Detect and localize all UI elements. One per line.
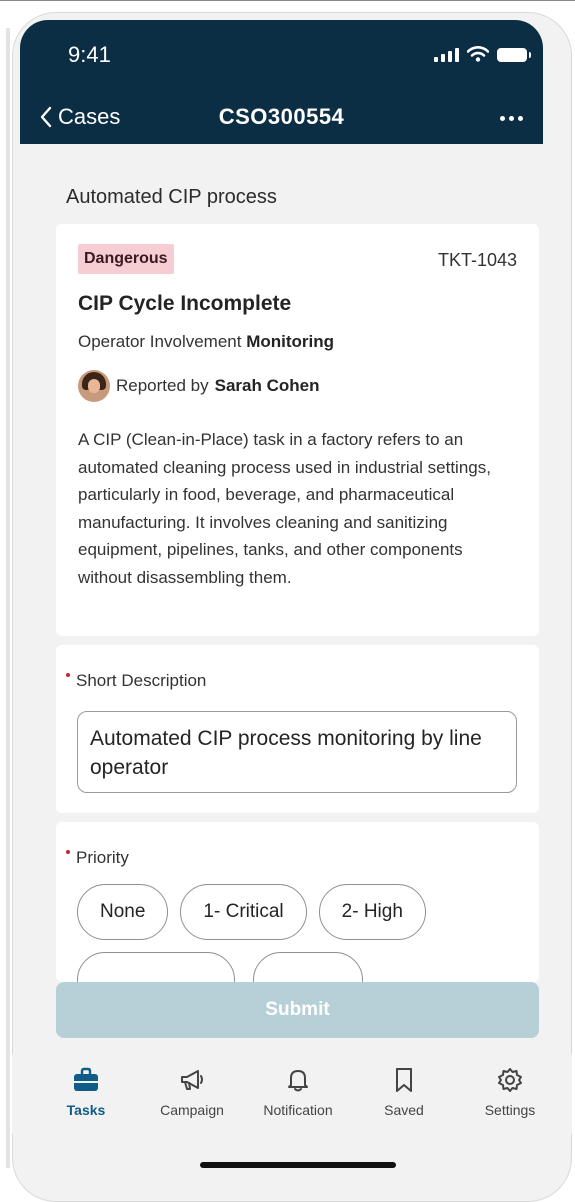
bottom-tab-bar: Tasks Campaign Notification Saved Settin… (12, 1054, 572, 1134)
tab-notification[interactable]: Notification (248, 1066, 348, 1118)
priority-chip-partial[interactable] (253, 952, 363, 982)
short-description-card: Short Description Automated CIP process … (56, 645, 539, 813)
tab-saved[interactable]: Saved (354, 1066, 454, 1118)
window-top-border (0, 0, 575, 1)
reporter-name: Sarah Cohen (214, 376, 320, 395)
app-header: 9:41 Cases CSO300554 (20, 20, 543, 144)
signal-icon (434, 48, 459, 62)
tab-settings[interactable]: Settings (460, 1066, 560, 1118)
tab-tasks[interactable]: Tasks (36, 1066, 136, 1118)
priority-chip-partial[interactable] (77, 952, 235, 982)
short-description-input[interactable]: Automated CIP process monitoring by line… (77, 711, 517, 793)
tab-label: Campaign (160, 1102, 224, 1118)
involvement-value: Monitoring (246, 332, 335, 351)
operator-involvement: Operator Involvement Monitoring (78, 332, 334, 352)
wifi-icon (467, 46, 489, 62)
ticket-id: TKT-1043 (437, 250, 517, 270)
bell-icon (288, 1070, 308, 1092)
status-time: 9:41 (68, 42, 111, 67)
reporter-row: Reported by Sarah Cohen (78, 370, 319, 402)
involvement-label: Operator Involvement (78, 332, 242, 351)
home-indicator (200, 1162, 396, 1168)
bookmark-icon (396, 1068, 412, 1092)
reported-by-label: Reported by (116, 376, 209, 395)
battery-icon (497, 48, 531, 62)
ticket-title: CIP Cycle Incomplete (78, 292, 292, 315)
briefcase-icon (74, 1067, 98, 1091)
more-options-button[interactable] (500, 116, 523, 121)
priority-chip-critical[interactable]: 1- Critical (180, 884, 307, 940)
priority-card: Priority None 1- Critical 2- High (56, 822, 539, 982)
section-heading: Automated CIP process (66, 186, 277, 208)
priority-label: Priority (76, 848, 129, 867)
tab-label: Tasks (66, 1102, 106, 1118)
ticket-description: A CIP (Clean-in-Place) task in a factory… (78, 430, 491, 587)
page-title: CSO300554 (218, 104, 345, 129)
window-left-edge (6, 28, 10, 1168)
more-dot-icon (500, 116, 505, 121)
priority-options: None 1- Critical 2- High (77, 884, 426, 940)
required-indicator (66, 673, 70, 677)
avatar (78, 370, 110, 402)
more-dot-icon (518, 116, 523, 121)
short-description-label: Short Description (76, 671, 207, 690)
submit-button[interactable]: Submit (56, 982, 539, 1038)
tab-campaign[interactable]: Campaign (142, 1066, 242, 1118)
priority-chip-none[interactable]: None (77, 884, 169, 940)
tab-label: Settings (484, 1102, 536, 1118)
megaphone-icon (181, 1070, 203, 1090)
required-indicator (66, 850, 70, 854)
severity-badge: Dangerous (78, 244, 174, 274)
gear-icon (498, 1068, 522, 1092)
tab-label: Saved (384, 1102, 424, 1118)
ticket-card: Dangerous TKT-1043 CIP Cycle Incomplete … (56, 224, 539, 636)
priority-chip-high[interactable]: 2- High (318, 884, 426, 940)
more-dot-icon (509, 116, 514, 121)
priority-options-overflow (77, 952, 363, 982)
status-icons (434, 46, 531, 62)
tab-label: Notification (263, 1102, 333, 1118)
